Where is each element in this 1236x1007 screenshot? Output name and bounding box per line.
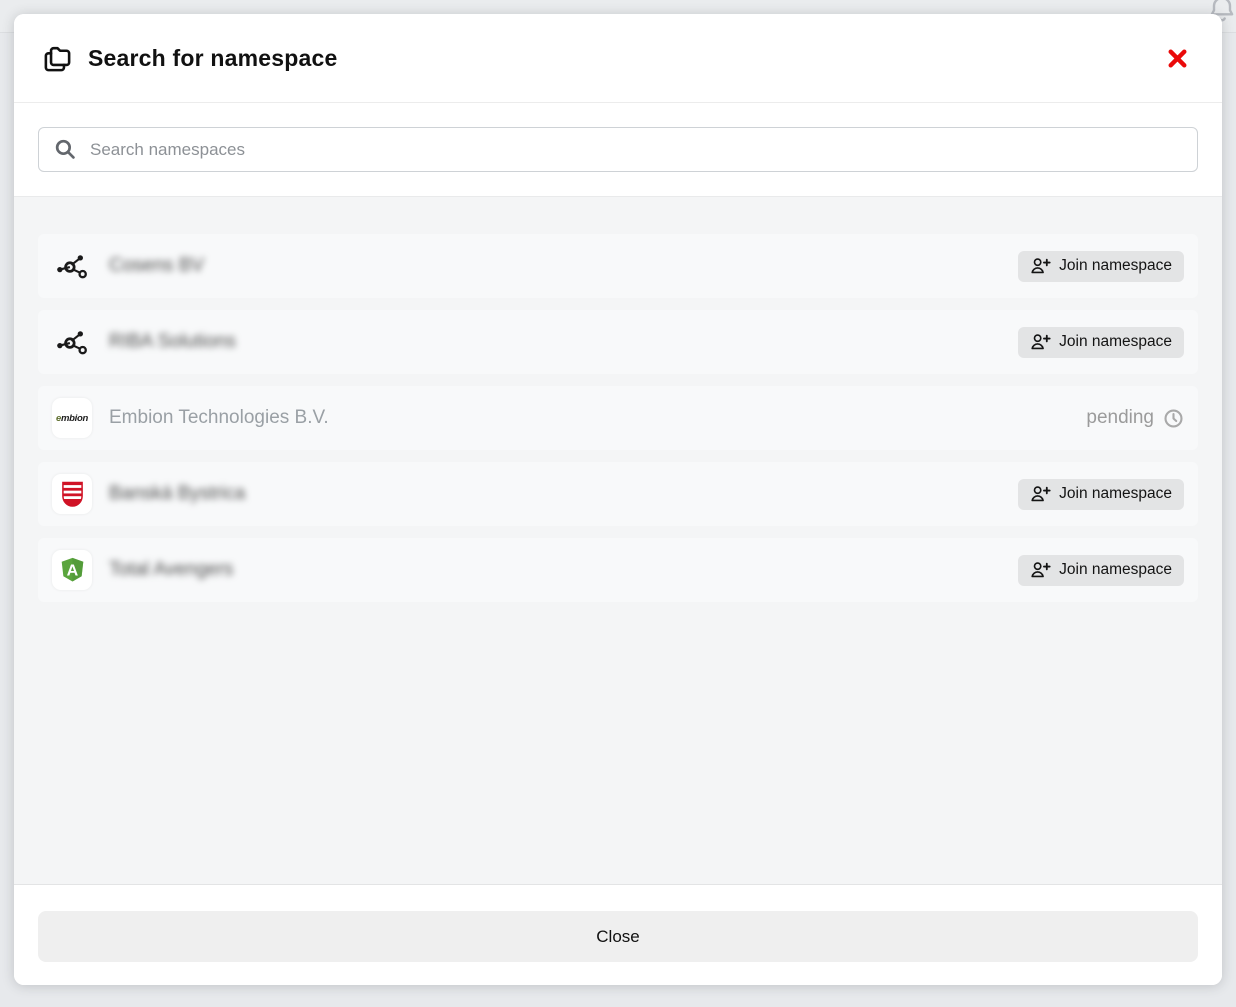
namespace-name: RIBA Solutions xyxy=(109,331,236,353)
embion-logo: embion xyxy=(52,398,92,438)
namespace-name: Total Avengers xyxy=(109,559,233,581)
join-namespace-label: Join namespace xyxy=(1059,485,1172,503)
close-x-icon xyxy=(1166,47,1189,70)
folders-icon xyxy=(42,43,73,74)
search-icon xyxy=(53,137,78,162)
namespace-row: embion Embion Technologies B.V. pending xyxy=(38,386,1198,450)
join-namespace-label: Join namespace xyxy=(1059,257,1172,275)
namespace-row: Banská Bystrica Join namespace xyxy=(38,462,1198,526)
person-add-icon xyxy=(1030,484,1051,504)
modal-header: Search for namespace xyxy=(14,14,1222,103)
svg-text:A: A xyxy=(66,561,78,579)
join-namespace-button[interactable]: Join namespace xyxy=(1018,327,1184,358)
join-namespace-label: Join namespace xyxy=(1059,333,1172,351)
search-input[interactable] xyxy=(90,140,1183,160)
namespace-name: Embion Technologies B.V. xyxy=(109,407,329,429)
close-modal-button[interactable] xyxy=(1160,41,1194,75)
person-add-icon xyxy=(1030,256,1051,276)
pending-status: pending xyxy=(1086,407,1184,429)
namespace-row: A Total Avengers Join namespace xyxy=(38,538,1198,602)
modal-title: Search for namespace xyxy=(88,45,337,72)
namespace-row: Cosens BV Join namespace xyxy=(38,234,1198,298)
namespace-row: RIBA Solutions Join namespace xyxy=(38,310,1198,374)
join-namespace-button[interactable]: Join namespace xyxy=(1018,555,1184,586)
striped-shield-logo xyxy=(52,474,92,514)
pending-label: pending xyxy=(1086,407,1154,429)
hub-icon xyxy=(52,246,92,286)
join-namespace-button[interactable]: Join namespace xyxy=(1018,251,1184,282)
embion-wordmark: embion xyxy=(56,413,88,424)
namespace-list: Cosens BV Join namespace xyxy=(14,196,1222,884)
search-box[interactable] xyxy=(38,127,1198,172)
person-add-icon xyxy=(1030,560,1051,580)
join-namespace-label: Join namespace xyxy=(1059,561,1172,579)
modal-footer: Close xyxy=(14,884,1222,985)
hub-icon xyxy=(52,322,92,362)
join-namespace-button[interactable]: Join namespace xyxy=(1018,479,1184,510)
person-add-icon xyxy=(1030,332,1051,352)
search-section xyxy=(14,103,1222,196)
namespace-name: Banská Bystrica xyxy=(109,483,245,505)
namespace-name: Cosens BV xyxy=(109,255,204,277)
close-button[interactable]: Close xyxy=(38,911,1198,962)
clock-icon xyxy=(1163,408,1184,429)
search-namespace-modal: Search for namespace xyxy=(14,14,1222,985)
green-hexagon-logo: A xyxy=(52,550,92,590)
